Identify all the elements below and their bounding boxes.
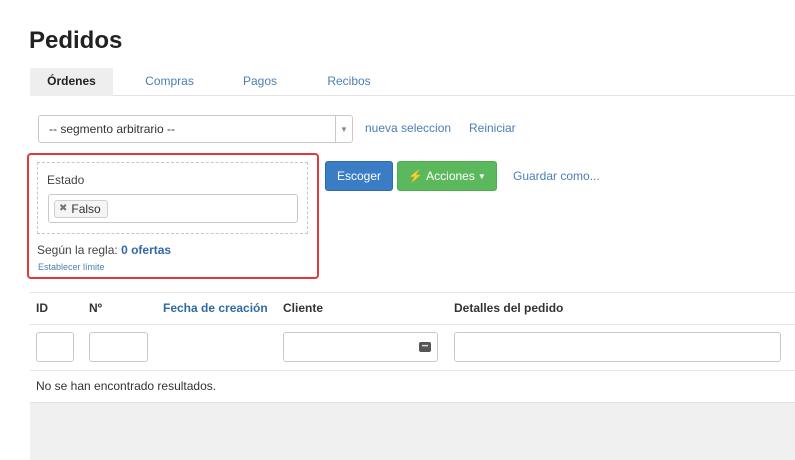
empty-results-message: No se han encontrado resultados. <box>36 379 217 393</box>
filter-tag-label: Falso <box>71 202 101 216</box>
table-footer <box>30 402 795 460</box>
page-title: Pedidos <box>29 27 123 54</box>
filter-tag: ✖ Falso <box>54 200 108 218</box>
filter-row-divider <box>30 370 795 371</box>
column-header-client: Cliente <box>283 301 324 315</box>
set-limit-link[interactable]: Establecer límite <box>38 262 105 272</box>
client-filter-input[interactable]: ••• <box>283 332 438 362</box>
tab-pagos[interactable]: Pagos <box>226 68 294 96</box>
save-as-link[interactable]: Guardar como... <box>513 169 600 183</box>
status-tag-input[interactable]: ✖ Falso <box>48 194 298 223</box>
reset-link[interactable]: Reiniciar <box>469 121 516 135</box>
column-header-id: ID <box>36 301 48 315</box>
tab-recibos[interactable]: Recibos <box>314 68 384 96</box>
rule-count[interactable]: 0 ofertas <box>121 243 171 257</box>
segment-select-value: -- segmento arbitrario -- <box>49 122 176 136</box>
tab-bar: Órdenes Compras Pagos Recibos <box>30 68 795 96</box>
remove-tag-icon[interactable]: ✖ <box>59 201 67 217</box>
filter-field-label: Estado <box>47 173 85 187</box>
column-header-number: Nº <box>89 301 103 315</box>
order-details-filter-input[interactable] <box>454 332 781 362</box>
header-divider <box>30 324 795 325</box>
tab-ordenes[interactable]: Órdenes <box>30 68 113 96</box>
choose-button[interactable]: Escoger <box>325 161 393 191</box>
actions-label: Acciones <box>426 169 475 183</box>
number-filter-input[interactable] <box>89 332 148 362</box>
column-header-created-date[interactable]: Fecha de creación <box>163 301 268 315</box>
id-filter-input[interactable] <box>36 332 74 362</box>
tab-compras[interactable]: Compras <box>133 68 206 96</box>
column-header-order-details: Detalles del pedido <box>454 301 564 315</box>
actions-dropdown-button[interactable]: ⚡ Acciones ▼ <box>397 161 497 191</box>
bolt-icon: ⚡ <box>408 169 424 183</box>
table-top-border <box>30 292 795 293</box>
segment-select[interactable]: -- segmento arbitrario -- ▼ <box>38 115 353 143</box>
more-options-icon[interactable]: ••• <box>419 342 431 352</box>
new-selection-link[interactable]: nueva seleccion <box>365 121 451 135</box>
rule-prefix: Según la regla: <box>37 243 118 257</box>
caret-down-icon: ▼ <box>477 171 486 181</box>
rule-summary: Según la regla: 0 ofertas <box>37 243 171 257</box>
chevron-down-icon[interactable]: ▼ <box>335 116 352 142</box>
